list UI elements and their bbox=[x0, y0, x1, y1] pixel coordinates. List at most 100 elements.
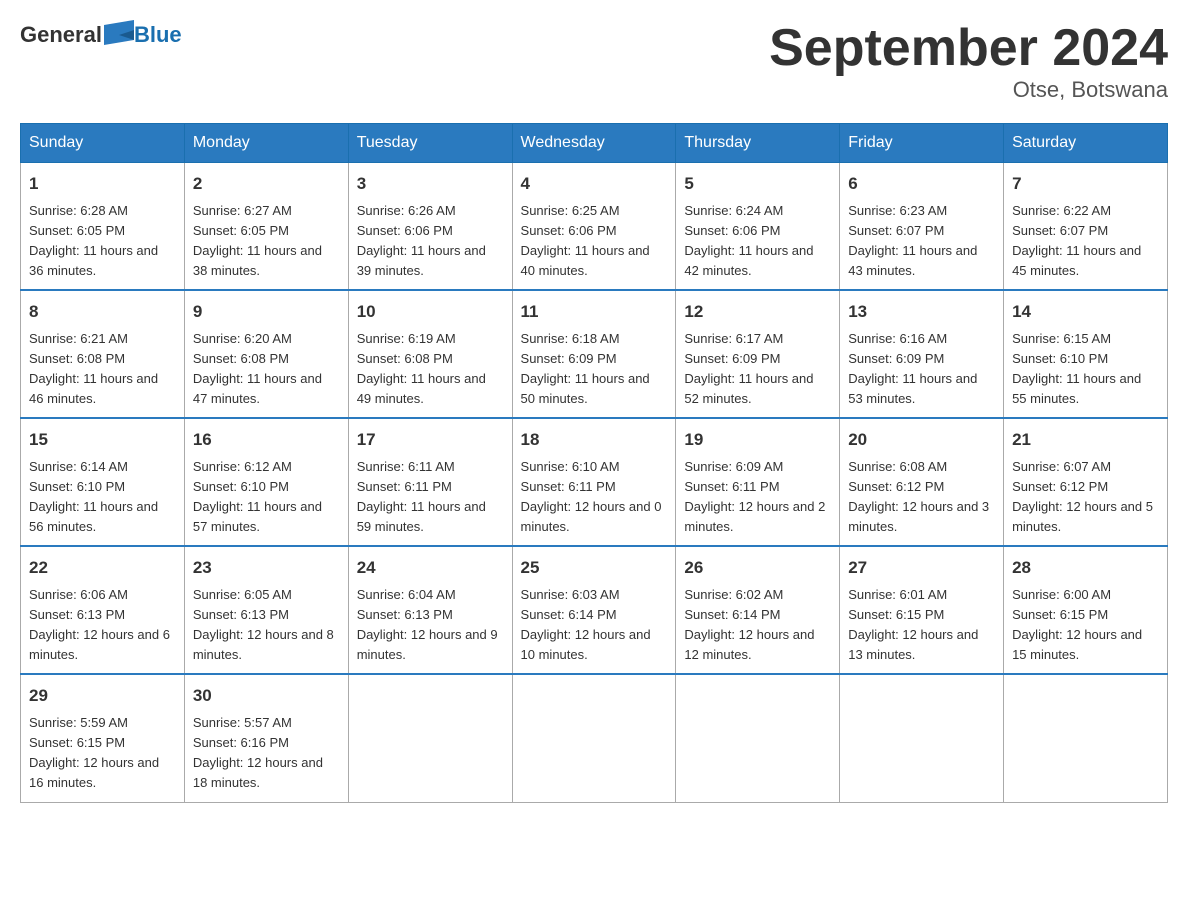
day-info: Sunrise: 6:17 AMSunset: 6:09 PMDaylight:… bbox=[684, 329, 831, 410]
table-row: 16 Sunrise: 6:12 AMSunset: 6:10 PMDayligh… bbox=[184, 418, 348, 546]
day-number: 15 bbox=[29, 427, 176, 453]
table-row: 8Sunrise: 6:21 AMSunset: 6:08 PMDaylight… bbox=[21, 290, 185, 418]
day-info: Sunrise: 6:12 AMSunset: 6:10 PMDaylight:… bbox=[193, 457, 340, 538]
day-info: Sunrise: 6:18 AMSunset: 6:09 PMDaylight:… bbox=[521, 329, 668, 410]
day-number: 30 bbox=[193, 683, 340, 709]
table-row bbox=[512, 674, 676, 802]
table-row: 15 Sunrise: 6:14 AMSunset: 6:10 PMDayligh… bbox=[21, 418, 185, 546]
table-row: 24Sunrise: 6:04 AMSunset: 6:13 PMDayligh… bbox=[348, 546, 512, 674]
table-row: 22Sunrise: 6:06 AMSunset: 6:13 PMDayligh… bbox=[21, 546, 185, 674]
logo: General Blue bbox=[20, 20, 182, 50]
day-number: 2 bbox=[193, 171, 340, 197]
table-row: 30Sunrise: 5:57 AMSunset: 6:16 PMDayligh… bbox=[184, 674, 348, 802]
day-number: 3 bbox=[357, 171, 504, 197]
table-row: 19 Sunrise: 6:09 AMSunset: 6:11 PMDayligh… bbox=[676, 418, 840, 546]
day-number: 25 bbox=[521, 555, 668, 581]
table-row: 5 Sunrise: 6:24 AMSunset: 6:06 PMDaylight… bbox=[676, 163, 840, 291]
day-info: Sunrise: 6:00 AMSunset: 6:15 PMDaylight:… bbox=[1012, 585, 1159, 666]
header-sunday: Sunday bbox=[21, 124, 185, 163]
day-info: Sunrise: 6:27 AMSunset: 6:05 PMDaylight:… bbox=[193, 201, 340, 282]
calendar-week-row: 1 Sunrise: 6:28 AMSunset: 6:05 PMDaylight… bbox=[21, 163, 1168, 291]
day-info: Sunrise: 6:21 AMSunset: 6:08 PMDaylight:… bbox=[29, 329, 176, 410]
table-row bbox=[840, 674, 1004, 802]
header-saturday: Saturday bbox=[1004, 124, 1168, 163]
day-info: Sunrise: 6:22 AMSunset: 6:07 PMDaylight:… bbox=[1012, 201, 1159, 282]
day-number: 9 bbox=[193, 299, 340, 325]
table-row: 7Sunrise: 6:22 AMSunset: 6:07 PMDaylight… bbox=[1004, 163, 1168, 291]
table-row: 9 Sunrise: 6:20 AMSunset: 6:08 PMDaylight… bbox=[184, 290, 348, 418]
calendar-header-row: Sunday Monday Tuesday Wednesday Thursday… bbox=[21, 124, 1168, 163]
table-row: 26 Sunrise: 6:02 AMSunset: 6:14 PMDayligh… bbox=[676, 546, 840, 674]
day-number: 5 bbox=[684, 171, 831, 197]
title-area: September 2024 Otse, Botswana bbox=[769, 20, 1168, 103]
table-row: 21Sunrise: 6:07 AMSunset: 6:12 PMDayligh… bbox=[1004, 418, 1168, 546]
page-header: General Blue September 2024 Otse, Botswa… bbox=[20, 20, 1168, 103]
calendar-week-row: 22Sunrise: 6:06 AMSunset: 6:13 PMDayligh… bbox=[21, 546, 1168, 674]
table-row: 4 Sunrise: 6:25 AMSunset: 6:06 PMDaylight… bbox=[512, 163, 676, 291]
calendar-week-row: 8Sunrise: 6:21 AMSunset: 6:08 PMDaylight… bbox=[21, 290, 1168, 418]
day-info: Sunrise: 6:01 AMSunset: 6:15 PMDaylight:… bbox=[848, 585, 995, 666]
day-number: 1 bbox=[29, 171, 176, 197]
day-number: 17 bbox=[357, 427, 504, 453]
day-number: 10 bbox=[357, 299, 504, 325]
day-info: Sunrise: 6:28 AMSunset: 6:05 PMDaylight:… bbox=[29, 201, 176, 282]
day-number: 24 bbox=[357, 555, 504, 581]
month-title: September 2024 bbox=[769, 20, 1168, 77]
table-row: 13 Sunrise: 6:16 AMSunset: 6:09 PMDayligh… bbox=[840, 290, 1004, 418]
day-info: Sunrise: 6:08 AMSunset: 6:12 PMDaylight:… bbox=[848, 457, 995, 538]
logo-icon bbox=[104, 20, 134, 50]
day-number: 29 bbox=[29, 683, 176, 709]
day-number: 6 bbox=[848, 171, 995, 197]
day-info: Sunrise: 6:16 AMSunset: 6:09 PMDaylight:… bbox=[848, 329, 995, 410]
day-number: 11 bbox=[521, 299, 668, 325]
table-row: 28Sunrise: 6:00 AMSunset: 6:15 PMDayligh… bbox=[1004, 546, 1168, 674]
logo-general-text: General bbox=[20, 22, 102, 48]
table-row: 11 Sunrise: 6:18 AMSunset: 6:09 PMDayligh… bbox=[512, 290, 676, 418]
table-row: 18Sunrise: 6:10 AMSunset: 6:11 PMDayligh… bbox=[512, 418, 676, 546]
day-number: 19 bbox=[684, 427, 831, 453]
day-number: 16 bbox=[193, 427, 340, 453]
table-row: 12 Sunrise: 6:17 AMSunset: 6:09 PMDayligh… bbox=[676, 290, 840, 418]
day-number: 23 bbox=[193, 555, 340, 581]
table-row: 10 Sunrise: 6:19 AMSunset: 6:08 PMDayligh… bbox=[348, 290, 512, 418]
calendar-week-row: 15 Sunrise: 6:14 AMSunset: 6:10 PMDayligh… bbox=[21, 418, 1168, 546]
header-monday: Monday bbox=[184, 124, 348, 163]
day-info: Sunrise: 6:09 AMSunset: 6:11 PMDaylight:… bbox=[684, 457, 831, 538]
day-info: Sunrise: 6:15 AMSunset: 6:10 PMDaylight:… bbox=[1012, 329, 1159, 410]
day-info: Sunrise: 5:59 AMSunset: 6:15 PMDaylight:… bbox=[29, 713, 176, 794]
day-number: 12 bbox=[684, 299, 831, 325]
table-row: 14 Sunrise: 6:15 AMSunset: 6:10 PMDayligh… bbox=[1004, 290, 1168, 418]
table-row bbox=[1004, 674, 1168, 802]
day-info: Sunrise: 6:10 AMSunset: 6:11 PMDaylight:… bbox=[521, 457, 668, 538]
day-number: 20 bbox=[848, 427, 995, 453]
table-row: 29 Sunrise: 5:59 AMSunset: 6:15 PMDayligh… bbox=[21, 674, 185, 802]
location-title: Otse, Botswana bbox=[769, 77, 1168, 103]
day-info: Sunrise: 6:24 AMSunset: 6:06 PMDaylight:… bbox=[684, 201, 831, 282]
table-row: 6 Sunrise: 6:23 AMSunset: 6:07 PMDaylight… bbox=[840, 163, 1004, 291]
day-number: 26 bbox=[684, 555, 831, 581]
day-number: 4 bbox=[521, 171, 668, 197]
table-row: 17Sunrise: 6:11 AMSunset: 6:11 PMDayligh… bbox=[348, 418, 512, 546]
header-thursday: Thursday bbox=[676, 124, 840, 163]
header-tuesday: Tuesday bbox=[348, 124, 512, 163]
day-number: 13 bbox=[848, 299, 995, 325]
day-info: Sunrise: 6:26 AMSunset: 6:06 PMDaylight:… bbox=[357, 201, 504, 282]
table-row: 1 Sunrise: 6:28 AMSunset: 6:05 PMDaylight… bbox=[21, 163, 185, 291]
table-row: 3 Sunrise: 6:26 AMSunset: 6:06 PMDaylight… bbox=[348, 163, 512, 291]
day-info: Sunrise: 6:02 AMSunset: 6:14 PMDaylight:… bbox=[684, 585, 831, 666]
day-info: Sunrise: 6:20 AMSunset: 6:08 PMDaylight:… bbox=[193, 329, 340, 410]
table-row bbox=[676, 674, 840, 802]
day-info: Sunrise: 6:06 AMSunset: 6:13 PMDaylight:… bbox=[29, 585, 176, 666]
day-info: Sunrise: 6:05 AMSunset: 6:13 PMDaylight:… bbox=[193, 585, 340, 666]
day-info: Sunrise: 6:19 AMSunset: 6:08 PMDaylight:… bbox=[357, 329, 504, 410]
day-info: Sunrise: 6:03 AMSunset: 6:14 PMDaylight:… bbox=[521, 585, 668, 666]
logo-blue-text: Blue bbox=[134, 22, 182, 47]
calendar-table: Sunday Monday Tuesday Wednesday Thursday… bbox=[20, 123, 1168, 802]
day-info: Sunrise: 6:07 AMSunset: 6:12 PMDaylight:… bbox=[1012, 457, 1159, 538]
day-info: Sunrise: 6:14 AMSunset: 6:10 PMDaylight:… bbox=[29, 457, 176, 538]
day-number: 14 bbox=[1012, 299, 1159, 325]
day-info: Sunrise: 6:25 AMSunset: 6:06 PMDaylight:… bbox=[521, 201, 668, 282]
day-number: 27 bbox=[848, 555, 995, 581]
day-info: Sunrise: 6:23 AMSunset: 6:07 PMDaylight:… bbox=[848, 201, 995, 282]
header-wednesday: Wednesday bbox=[512, 124, 676, 163]
